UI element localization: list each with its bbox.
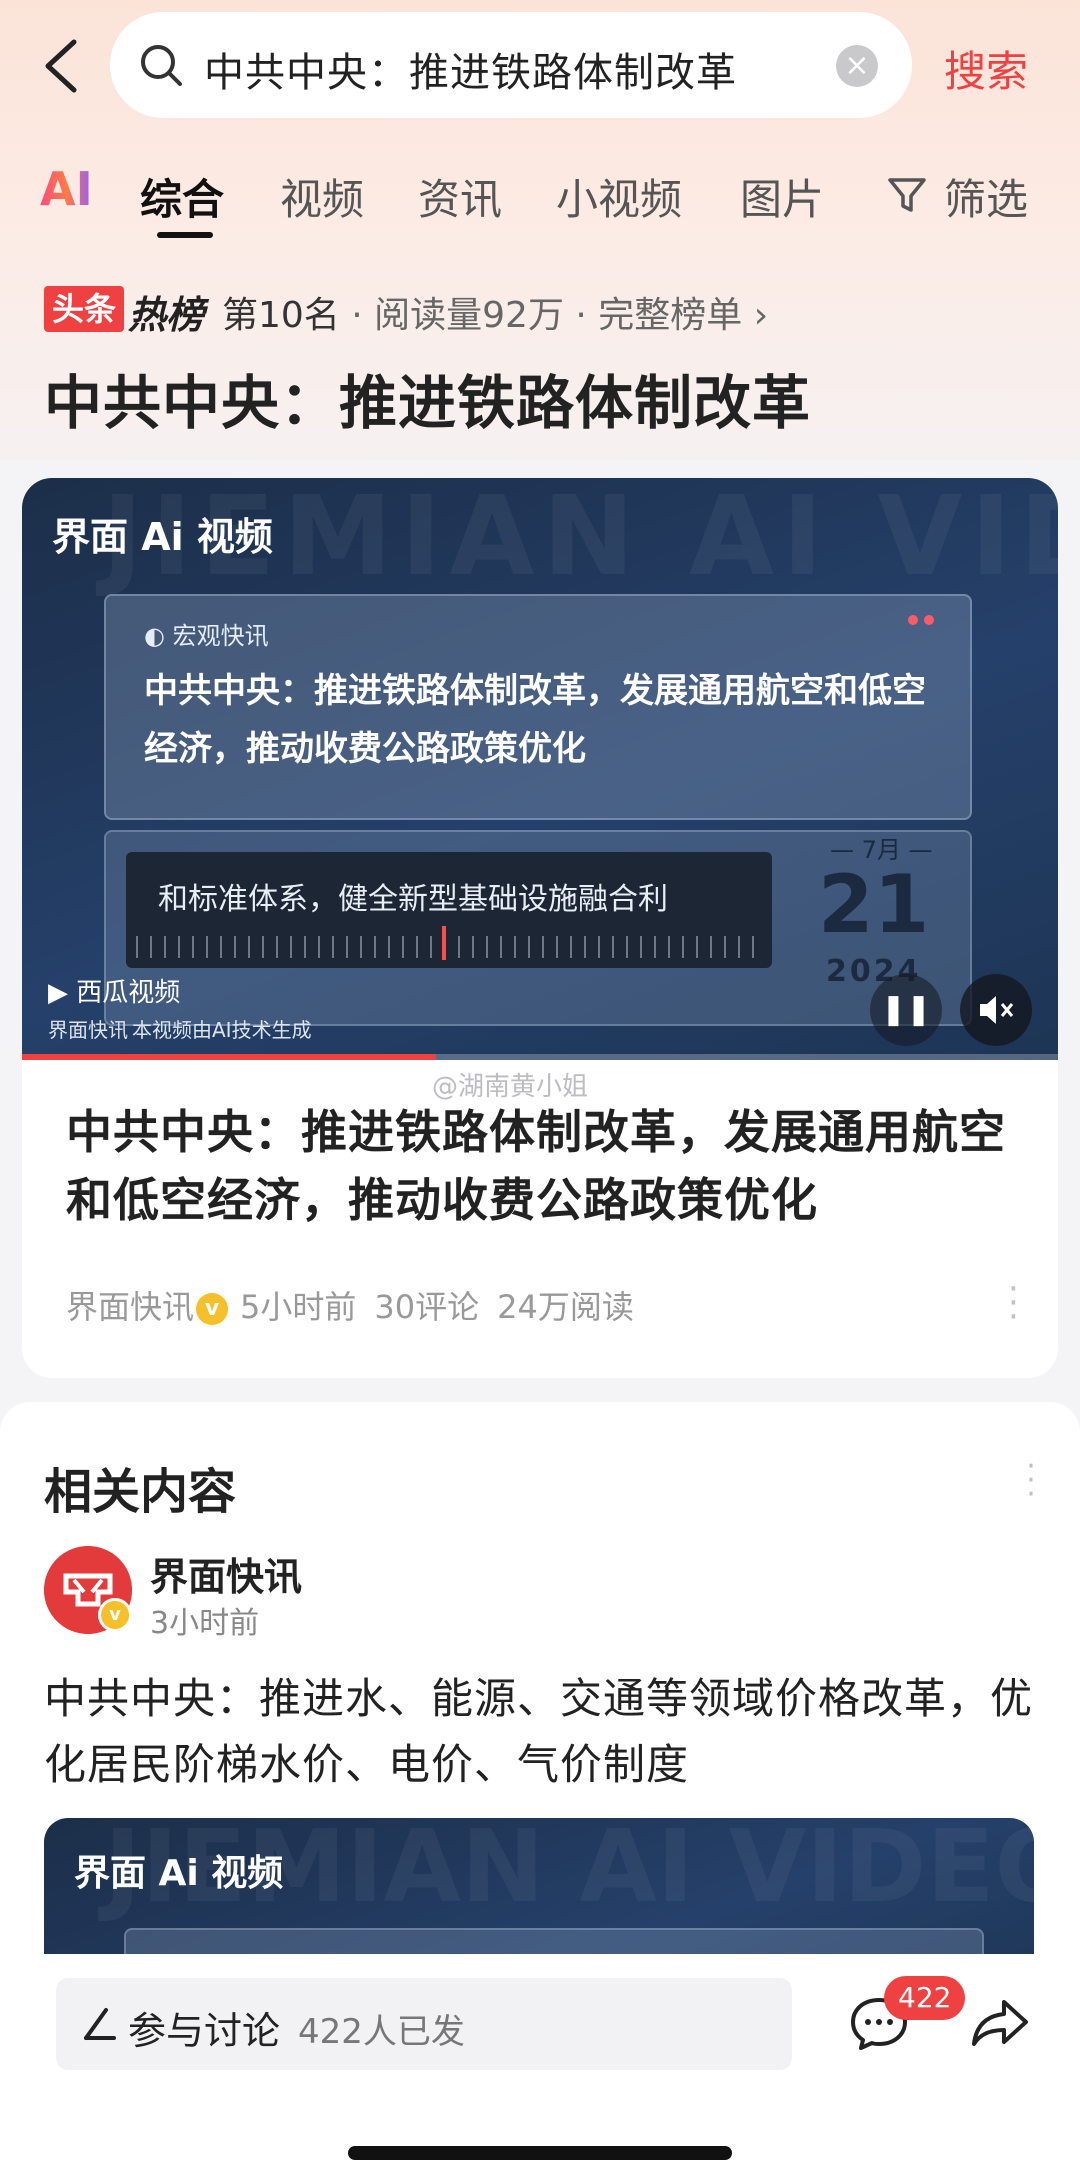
comment-count-badge: 422 bbox=[884, 1976, 966, 2020]
author-time: 3小时前 bbox=[150, 1606, 260, 1641]
hotlist-badge: 头条 bbox=[44, 286, 125, 332]
hotlist-info: 第10名 · 阅读量92万 · 完整榜单 › bbox=[222, 286, 768, 338]
panel-dots-icon bbox=[902, 610, 946, 625]
mute-icon[interactable] bbox=[960, 974, 1032, 1046]
search-input[interactable]: 中共中央：推进铁路体制改革 × bbox=[110, 12, 912, 118]
tab-filter[interactable]: 筛选 bbox=[944, 166, 1028, 227]
hotlist-rank: 第10名 bbox=[222, 295, 340, 336]
related-more-icon[interactable]: · · · bbox=[1026, 1452, 1036, 1510]
video-progress-bar[interactable] bbox=[22, 1054, 1058, 1060]
tab-bar: AI 综合 视频 资讯 小视频 图片 筛选 bbox=[0, 158, 1080, 238]
pen-icon bbox=[84, 2008, 116, 2040]
page-title: 中共中央：推进铁路体制改革 bbox=[44, 369, 812, 437]
home-indicator bbox=[348, 2146, 732, 2160]
discuss-label: 参与讨论 bbox=[128, 2009, 281, 2053]
video-progress-fill bbox=[22, 1054, 437, 1060]
verified-icon: v bbox=[196, 1293, 229, 1325]
bottom-bar: 参与讨论 422人已发 422 bbox=[0, 1954, 1080, 2167]
tab-short-video[interactable]: 小视频 bbox=[556, 166, 682, 227]
video-subtitle-panel: 和标准体系，健全新型基础设施融合利 — 7月 — 21 2024 bbox=[104, 830, 972, 1026]
result-card[interactable]: JIEMIAN AI VIDEO 界面 Ai 视频 ◐ 宏观快讯 中共中央：推进… bbox=[22, 478, 1058, 1378]
active-tab-indicator bbox=[157, 232, 213, 238]
video-player[interactable]: JIEMIAN AI VIDEO 界面 Ai 视频 ◐ 宏观快讯 中共中央：推进… bbox=[22, 478, 1058, 1060]
article-title[interactable]: 中共中央：推进铁路体制改革，发展通用航空和低空经济，推动收费公路政策优化 bbox=[66, 1098, 1016, 1234]
related-video-logo: 界面 Ai 视频 bbox=[74, 1853, 284, 1894]
subtitle-marker bbox=[442, 926, 446, 960]
tab-news[interactable]: 资讯 bbox=[418, 166, 502, 227]
tab-images[interactable]: 图片 bbox=[740, 166, 824, 227]
related-section: 相关内容 · · · v 界面快讯 3小时前 中共中央：推进水、能源、交通等领域价格… bbox=[0, 1402, 1080, 2022]
author-verified-icon: v bbox=[98, 1598, 132, 1632]
article-source[interactable]: 界面快讯 bbox=[66, 1288, 194, 1326]
pause-icon[interactable]: ❚❚ bbox=[870, 974, 942, 1046]
article-reads: 24万阅读 bbox=[497, 1288, 634, 1326]
search-button[interactable]: 搜索 bbox=[944, 38, 1028, 99]
hotlist-reads: · 阅读量92万 bbox=[351, 295, 564, 336]
share-icon[interactable] bbox=[970, 1996, 1030, 2048]
hotlist-full-link[interactable]: · 完整榜单 › bbox=[575, 295, 768, 336]
video-headline: 中共中央：推进铁路体制改革，发展通用航空和低空经济，推动收费公路政策优化 bbox=[144, 671, 926, 769]
related-title: 相关内容 bbox=[44, 1464, 237, 1520]
date-day: 21 bbox=[818, 858, 930, 951]
discuss-count: 422人已发 bbox=[298, 2012, 465, 2052]
author-name[interactable]: 界面快讯 bbox=[150, 1546, 302, 1601]
article-time: 5小时前 bbox=[240, 1288, 357, 1326]
clear-icon[interactable]: × bbox=[836, 45, 878, 87]
hotlist-row[interactable]: 头条 热榜 第10名 · 阅读量92万 · 完整榜单 › bbox=[44, 284, 1044, 338]
more-icon[interactable]: · · · bbox=[1008, 1272, 1019, 1334]
tab-ai[interactable]: AI bbox=[40, 162, 93, 216]
tab-video[interactable]: 视频 bbox=[280, 166, 364, 227]
discuss-input[interactable]: 参与讨论 422人已发 bbox=[56, 1978, 792, 2070]
subtitle-box: 和标准体系，健全新型基础设施融合利 bbox=[126, 852, 772, 968]
article-comments: 30评论 bbox=[374, 1288, 480, 1326]
tab-comprehensive[interactable]: 综合 bbox=[140, 166, 224, 227]
xigua-logo: ▶ 西瓜视频 bbox=[48, 978, 181, 1008]
video-subtitle: 和标准体系，健全新型基础设施融合利 bbox=[158, 882, 668, 917]
article-meta: 界面快讯 v 5小时前 30评论 24万阅读 bbox=[66, 1282, 634, 1328]
video-logo: 界面 Ai 视频 bbox=[52, 515, 273, 559]
back-icon[interactable] bbox=[38, 36, 88, 96]
subtitle-ruler bbox=[136, 936, 762, 958]
related-text[interactable]: 中共中央：推进水、能源、交通等领域价格改革，优化居民阶梯水价、电价、气价制度 bbox=[44, 1666, 1044, 1798]
filter-icon[interactable] bbox=[886, 174, 928, 216]
video-headline-panel: ◐ 宏观快讯 中共中央：推进铁路体制改革，发展通用航空和低空经济，推动收费公路政… bbox=[104, 594, 972, 820]
search-query[interactable]: 中共中央：推进铁路体制改革 bbox=[204, 40, 737, 98]
search-icon bbox=[141, 45, 182, 86]
video-source: 界面快讯 本视频由AI技术生成 bbox=[48, 1018, 312, 1042]
hotlist-word: 热榜 bbox=[128, 293, 205, 337]
video-tag: ◐ 宏观快讯 bbox=[144, 622, 269, 650]
